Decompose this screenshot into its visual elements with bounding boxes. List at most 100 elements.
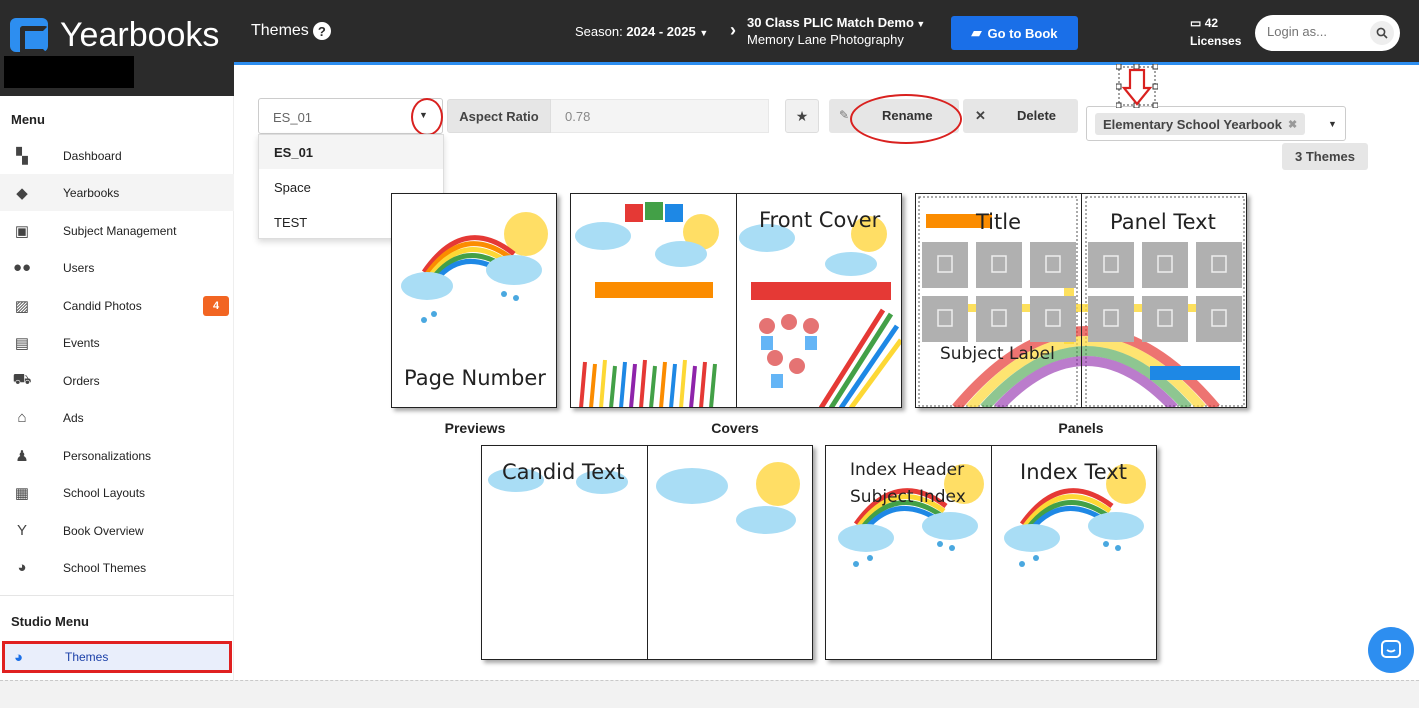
- yearbooks-logo-icon: [10, 18, 48, 54]
- category-tag-select[interactable]: Elementary School Yearbook ✖ ▼: [1086, 106, 1346, 141]
- app-window: Themes ? Season: 2024 - 2025 ▼ › 30 Clas…: [0, 0, 1419, 680]
- aspect-ratio-value: 0.78: [551, 99, 769, 133]
- search-icon[interactable]: [1370, 21, 1394, 45]
- licenses-count: 42: [1204, 16, 1219, 30]
- sidebar-item-ads[interactable]: ⌂ Ads: [0, 399, 234, 436]
- season-selector[interactable]: Season: 2024 - 2025 ▼: [575, 24, 708, 39]
- cart-icon: ⛟: [12, 371, 32, 388]
- book-name: 30 Class PLIC Match Demo: [747, 15, 914, 30]
- panel-title-text: Title: [976, 210, 1022, 234]
- brand-name: Yearbooks: [60, 16, 220, 54]
- calendar-icon: ▤: [14, 334, 30, 352]
- page-title: Themes ?: [251, 22, 331, 40]
- aspect-ratio-label: Aspect Ratio: [447, 99, 551, 133]
- licenses-label: Licenses: [1190, 34, 1242, 48]
- theme-option[interactable]: ES_01: [259, 135, 443, 169]
- panel-text-label: Panel Text: [1110, 210, 1216, 234]
- graduation-cap-icon: ◆: [16, 184, 28, 202]
- themes-count-badge: 3 Themes: [1282, 143, 1368, 170]
- sidebar-item-label: Yearbooks: [63, 185, 120, 200]
- person-icon: ♟: [15, 447, 29, 465]
- sidebar-item-label: Users: [63, 260, 95, 275]
- tag-remove-icon[interactable]: ✖: [1288, 118, 1297, 131]
- chat-icon: [1381, 640, 1401, 658]
- index-header-text: Index Header: [850, 460, 965, 480]
- section-label-panels: Panels: [1058, 420, 1104, 436]
- bottom-strip: [0, 680, 1419, 708]
- sidebar-item-personalizations[interactable]: ♟ Personalizations: [0, 437, 234, 474]
- header-accent-line: [234, 62, 1419, 65]
- id-card-icon: ▣: [14, 222, 30, 240]
- annotation-circle-dropdown: [411, 98, 443, 136]
- sidebar-item-book-overview[interactable]: Y Book Overview: [0, 512, 234, 549]
- sidebar-item-label: Book Overview: [63, 523, 144, 538]
- license-card-icon: ▭: [1190, 16, 1202, 30]
- sidebar-item-label: Events: [63, 335, 100, 350]
- theme-select-value: ES_01: [273, 110, 313, 125]
- book-icon: ▰: [971, 25, 982, 40]
- page-title-text: Themes: [251, 22, 309, 39]
- sidebar-item-label: Personalizations: [63, 448, 152, 463]
- theme-covers-thumbnail[interactable]: Front Cover: [570, 193, 902, 408]
- theme-panels-thumbnail[interactable]: Title Panel Text Subject Label: [915, 193, 1247, 408]
- sidebar-item-school-layouts[interactable]: ▦ School Layouts: [0, 474, 234, 511]
- annotation-arrow-icon: [1116, 64, 1158, 108]
- sidebar-item-label: Candid Photos: [63, 298, 142, 313]
- delete-button[interactable]: ✕ Delete: [963, 99, 1078, 133]
- basket-icon: ⌂: [17, 409, 27, 426]
- caret-down-icon[interactable]: ▼: [1328, 119, 1337, 129]
- menu-title: Menu: [11, 112, 45, 127]
- category-tag: Elementary School Yearbook ✖: [1095, 113, 1306, 135]
- caret-down-icon: ▼: [699, 28, 709, 38]
- theme-preview-thumbnail[interactable]: Page Number: [391, 193, 557, 408]
- sidebar-item-school-themes[interactable]: ◕ School Themes: [0, 549, 234, 586]
- theme-candids-thumbnail[interactable]: Candid Text: [481, 445, 813, 660]
- studio-name: Memory Lane Photography: [747, 32, 904, 47]
- sidebar-item-label: School Themes: [63, 560, 147, 575]
- sidebar-item-orders[interactable]: ⛟ Orders: [0, 362, 234, 399]
- brand-area: Yearbooks: [0, 0, 234, 96]
- chat-launcher-button[interactable]: [1368, 627, 1414, 673]
- dashboard-icon: ▚: [16, 147, 28, 165]
- preview-page-number-text: Page Number: [404, 366, 546, 390]
- sidebar-divider: [0, 595, 234, 596]
- redacted-block: [4, 56, 134, 88]
- front-cover-text: Front Cover: [759, 208, 881, 232]
- spine-line: [647, 446, 648, 659]
- users-icon: ●●: [12, 259, 32, 276]
- caret-down-icon: ▼: [913, 19, 926, 29]
- sidebar-item-label: Themes: [65, 650, 109, 664]
- sidebar-item-subject-management[interactable]: ▣ Subject Management: [0, 212, 234, 249]
- palette-icon: ◕: [14, 648, 24, 666]
- delete-label: Delete: [1017, 108, 1057, 123]
- sidebar-item-events[interactable]: ▤ Events: [0, 324, 234, 361]
- favorite-button[interactable]: ★: [785, 99, 819, 133]
- go-to-book-button[interactable]: ▰ Go to Book: [951, 16, 1078, 50]
- sidebar-item-themes[interactable]: ◕ Themes: [2, 641, 232, 673]
- close-icon: ✕: [975, 108, 986, 123]
- subject-index-text: Subject Index: [850, 487, 966, 507]
- studio-menu-title: Studio Menu: [11, 614, 89, 629]
- category-tag-label: Elementary School Yearbook: [1103, 116, 1282, 132]
- season-label: Season:: [575, 24, 623, 39]
- sidebar-item-candid-photos[interactable]: ▨ Candid Photos 4: [0, 287, 234, 324]
- licenses-indicator[interactable]: ▭ 42 Licenses: [1190, 14, 1241, 50]
- layout-icon: ▦: [14, 484, 30, 502]
- status-url-strip: [0, 673, 234, 680]
- annotation-circle-rename: [850, 94, 962, 144]
- theme-index-thumbnail[interactable]: Index Header Subject Index Index Text: [825, 445, 1157, 660]
- sidebar-item-yearbooks[interactable]: ◆ Yearbooks: [0, 174, 234, 211]
- sidebar-item-users[interactable]: ●● Users: [0, 249, 234, 286]
- book-selector[interactable]: 30 Class PLIC Match Demo ▼ Memory Lane P…: [747, 15, 925, 47]
- help-icon[interactable]: ?: [312, 22, 331, 40]
- candid-text-label: Candid Text: [502, 460, 625, 484]
- spine-line: [991, 446, 992, 659]
- go-to-book-label: Go to Book: [987, 25, 1058, 41]
- photo-icon: ▨: [14, 297, 30, 315]
- index-text-label: Index Text: [1020, 460, 1127, 484]
- subject-label-text: Subject Label: [940, 344, 1055, 364]
- section-label-previews: Previews: [444, 420, 506, 436]
- login-as-box: [1255, 15, 1400, 51]
- login-as-input[interactable]: [1267, 24, 1357, 39]
- sidebar-item-dashboard[interactable]: ▚ Dashboard: [0, 137, 234, 174]
